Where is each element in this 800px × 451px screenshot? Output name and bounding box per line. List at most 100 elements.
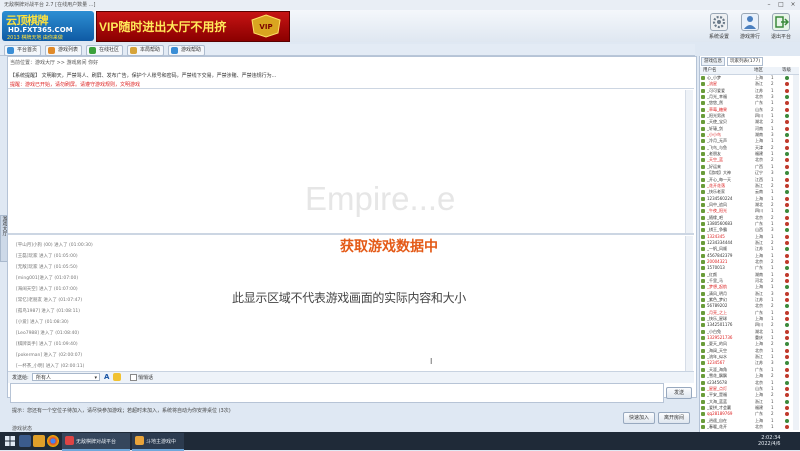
list-item: [无敌]玩家 进入了 (01:05:50) — [16, 265, 78, 270]
chrome-icon[interactable] — [47, 435, 59, 447]
taskbar-clock[interactable]: 2:02:34 2022/4/6 — [758, 435, 780, 447]
game-rank-button[interactable]: 游戏排行 — [736, 13, 764, 40]
user-avatar-icon — [701, 374, 705, 379]
user-avatar-icon — [701, 126, 705, 131]
tab-game-info[interactable]: 游戏信息 — [701, 57, 725, 66]
status-badge-icon — [785, 285, 789, 290]
tab-home-label: 平台首页 — [17, 47, 38, 53]
status-badge-icon — [785, 317, 789, 322]
tab-community[interactable]: 在线社区 — [86, 45, 124, 56]
chat-scrollbar[interactable] — [685, 90, 693, 233]
quick-join-button[interactable]: 快速加入 — [623, 412, 655, 424]
user-avatar-icon — [701, 399, 705, 404]
user-avatar-icon — [701, 120, 705, 125]
list-item: [pokerman] 进入了 (02:00:07) — [16, 353, 83, 358]
chat-input[interactable] — [10, 383, 664, 403]
tab-game-help-label: 游戏帮助 — [181, 47, 202, 53]
display-disclaimer: 此显示区域不代表游戏画面的实际内容和大小 — [232, 291, 467, 305]
user-avatar-icon — [701, 310, 705, 315]
status-badge-icon — [785, 88, 789, 93]
chevron-down-icon: ▾ — [94, 375, 97, 381]
user-avatar-icon — [701, 285, 705, 290]
minimize-button[interactable]: – — [764, 1, 774, 9]
maximize-button[interactable]: □ — [776, 1, 786, 9]
user-avatar-icon — [701, 101, 705, 106]
tab-game-list[interactable]: 游戏列表 — [45, 45, 83, 56]
person-icon — [741, 13, 759, 31]
user-avatar-icon — [701, 171, 705, 176]
tab-community-label: 在线社区 — [99, 47, 120, 53]
user-avatar-icon — [701, 272, 705, 277]
user-avatar-icon — [701, 279, 705, 283]
user-avatar-icon — [701, 240, 705, 245]
system-notice: 【系统提醒】 文明聊天，严禁骂人、刷屏、发布广告，保护个人账号和密码，严禁线下交… — [10, 73, 277, 79]
status-badge-icon — [785, 336, 789, 341]
taskbar-window-platform[interactable]: 无敌棋牌对战平台 — [62, 433, 130, 451]
leave-room-button[interactable]: 离开房间 — [658, 412, 690, 424]
user-avatar-icon — [701, 348, 705, 353]
vip-ad-text: VIP随时进出大厅不用挤 — [99, 20, 227, 34]
status-badge-icon — [785, 190, 789, 195]
loading-message: 获取游戏数据中 — [340, 239, 438, 255]
user-avatar-icon — [701, 355, 705, 360]
send-button[interactable]: 发送 — [666, 387, 692, 399]
user-avatar-icon — [701, 215, 705, 220]
user-avatar-icon — [701, 183, 705, 188]
game-state-label: 游戏状态 — [12, 426, 33, 432]
emoji-icon[interactable] — [113, 373, 121, 381]
log-scrollbar[interactable] — [685, 236, 693, 371]
user-avatar-icon — [701, 361, 705, 366]
status-badge-icon — [785, 177, 789, 182]
folder-icon[interactable] — [33, 435, 45, 447]
user-list-scrollbar[interactable] — [793, 75, 799, 430]
text-cursor-icon: I — [430, 357, 433, 366]
status-badge-icon — [785, 234, 789, 239]
status-badge-icon — [785, 139, 789, 144]
user-avatar-icon — [701, 380, 705, 385]
status-badge-icon — [785, 253, 789, 258]
vip-ad-banner[interactable]: VIP随时进出大厅不用挤 VIP — [96, 11, 290, 42]
tab-game-help[interactable]: 游戏帮助 — [168, 45, 206, 56]
user-level: 1 — [771, 423, 774, 429]
status-badge-icon — [785, 272, 789, 277]
taskbar-window-game[interactable]: 斗地主游戏中 — [132, 433, 184, 451]
status-badge-icon — [785, 412, 789, 417]
tab-help[interactable]: 本局帮助 — [127, 45, 165, 56]
status-badge-icon — [785, 323, 789, 328]
user-avatar-icon — [701, 209, 705, 214]
status-badge-icon — [785, 82, 789, 87]
status-badge-icon — [785, 145, 789, 150]
status-badge-icon — [785, 399, 789, 404]
user-avatar-icon — [701, 424, 705, 429]
tab-help-label: 本局帮助 — [140, 47, 161, 53]
user-avatar-icon — [701, 298, 705, 303]
status-badge-icon — [785, 405, 789, 410]
status-badge-icon — [785, 152, 789, 157]
search-icon[interactable] — [19, 435, 31, 447]
user-row[interactable]: _春暖_花开 北京 1 — [700, 424, 792, 430]
tab-home[interactable]: 平台首页 — [4, 45, 42, 56]
list-item: [常忆]老朋友 进入了 (01:07:47) — [16, 298, 83, 303]
user-avatar-icon — [701, 82, 705, 87]
user-avatar-icon — [701, 412, 705, 417]
exit-icon — [772, 13, 790, 31]
splitter[interactable] — [8, 233, 694, 235]
system-settings-button[interactable]: 系统设置 — [705, 13, 733, 40]
close-button[interactable]: × — [788, 1, 798, 9]
chat-target-value: 所有人 — [36, 375, 52, 381]
status-badge-icon — [785, 164, 789, 169]
tab-player-list[interactable]: 玩家列表(177) — [727, 57, 764, 66]
user-avatar-icon — [701, 221, 705, 226]
whisper-checkbox[interactable] — [130, 374, 137, 381]
chat-target-select[interactable]: 所有人 ▾ — [32, 373, 100, 381]
clock-date: 2022/4/6 — [758, 441, 781, 447]
status-badge-icon — [785, 95, 789, 100]
status-badge-icon — [785, 304, 789, 309]
exit-platform-button[interactable]: 退出平台 — [767, 13, 795, 40]
user-avatar-icon — [701, 304, 705, 309]
status-badge-icon — [785, 393, 789, 398]
help-icon — [130, 47, 137, 54]
start-icon[interactable] — [4, 435, 16, 447]
gear-icon — [710, 13, 728, 31]
font-style-button[interactable]: A — [104, 373, 109, 381]
